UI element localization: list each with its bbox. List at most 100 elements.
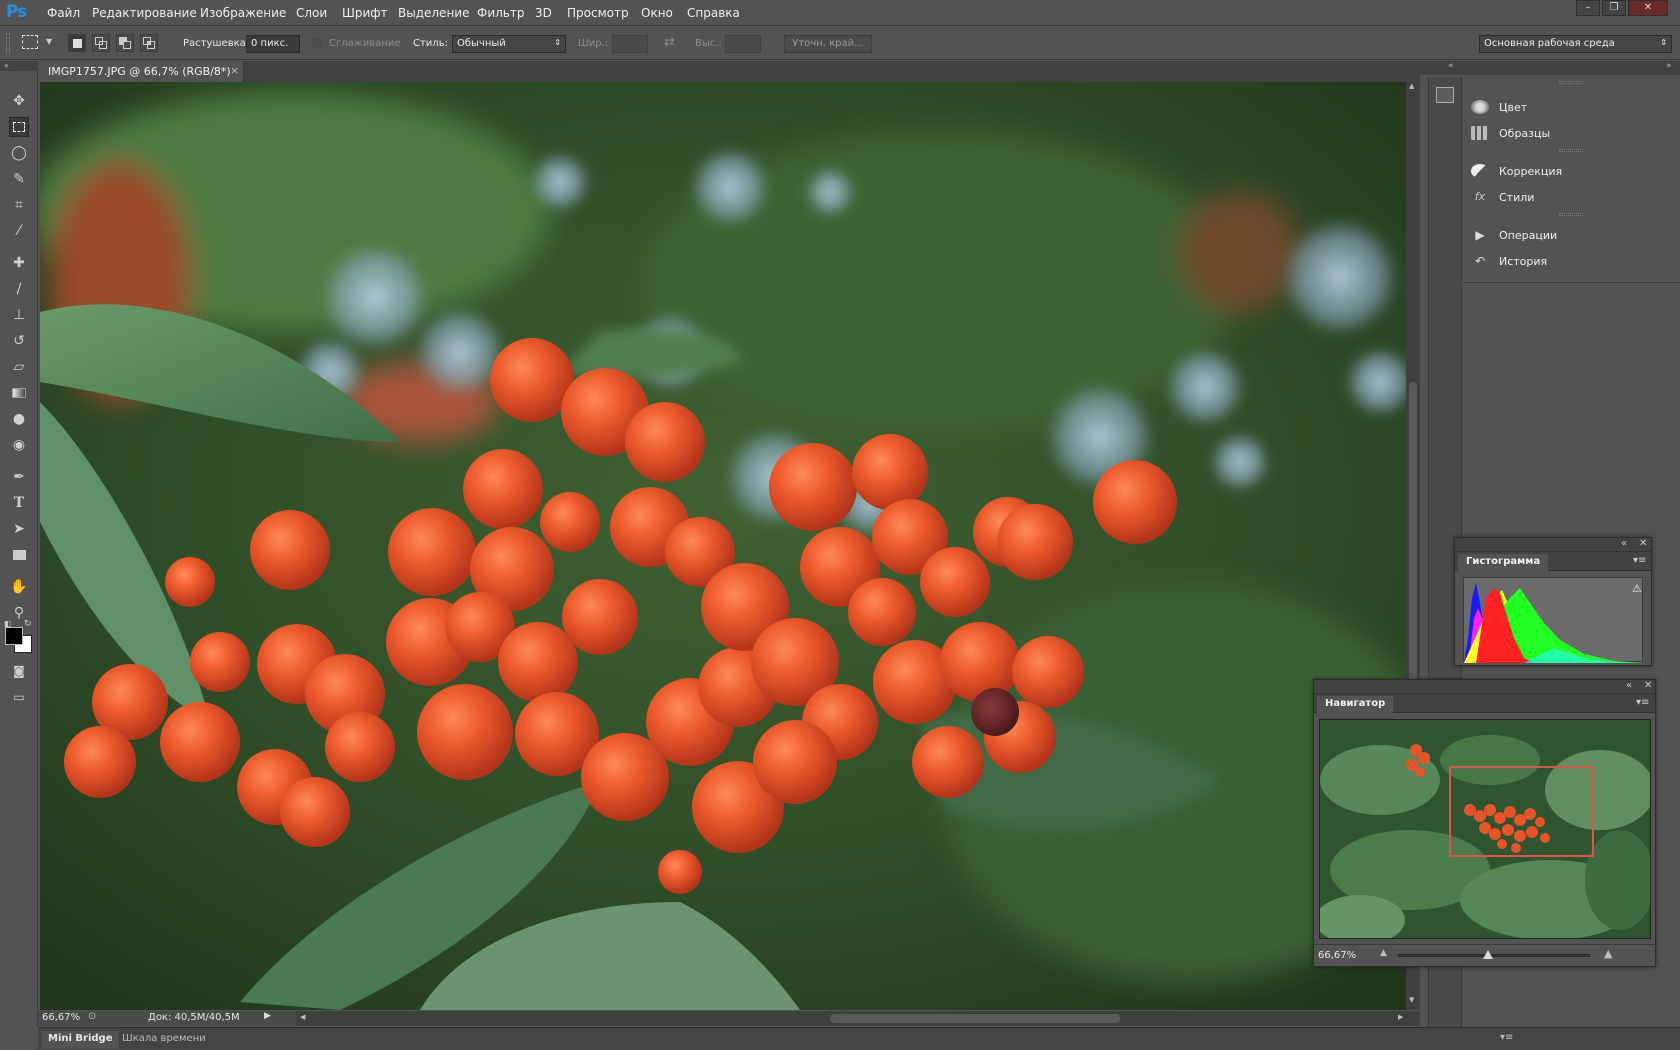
histogram-titlebar[interactable]: « ✕	[1455, 538, 1651, 552]
panel-group-grip[interactable]	[1559, 149, 1583, 152]
screen-mode-icon[interactable]: ▭	[9, 687, 29, 707]
pen-icon[interactable]: ✒	[9, 467, 29, 487]
close-panel-icon[interactable]: ✕	[1639, 538, 1647, 549]
hand-icon[interactable]: ✋	[9, 577, 29, 597]
scroll-down-icon[interactable]: ▼	[1409, 996, 1414, 1004]
antialias-checkbox[interactable]	[311, 37, 323, 49]
menu-window[interactable]: Окно	[641, 6, 673, 20]
workspace-select[interactable]: Основная рабочая среда ⇕	[1479, 35, 1672, 53]
history-brush-icon[interactable]: ↺	[9, 331, 29, 351]
type-icon[interactable]: T	[9, 493, 29, 513]
menu-select[interactable]: Выделение	[398, 6, 469, 20]
panel-styles[interactable]: fx Стили	[1471, 186, 1671, 208]
panel-group-grip[interactable]	[1559, 213, 1583, 216]
crop-icon[interactable]: ⌗	[9, 195, 29, 215]
navigator-preview[interactable]	[1319, 719, 1651, 939]
eyedropper-icon[interactable]: ⁄	[9, 221, 29, 241]
menu-filter[interactable]: Фильтр	[477, 6, 524, 20]
navigator-panel: « ✕ Навигатор ▾≡ 66,67% ▲ ▲	[1313, 679, 1657, 967]
status-zoom[interactable]: 66,67%	[42, 1012, 80, 1023]
tab-timeline[interactable]: Шкала времени	[116, 1031, 212, 1049]
status-info-icon[interactable]: ⊙	[88, 1011, 96, 1022]
collapse-toolbar-icon[interactable]: »	[0, 61, 38, 71]
quick-mask-icon[interactable]: ◙	[9, 661, 29, 681]
zoom-slider-track[interactable]	[1398, 950, 1590, 959]
move-icon[interactable]: ✥	[9, 91, 29, 111]
collapse-dock-icon[interactable]: «	[1448, 61, 1454, 71]
scroll-right-icon[interactable]: ▶	[1398, 1013, 1403, 1021]
scroll-up-icon[interactable]: ▲	[1409, 82, 1414, 90]
panel-menu-icon[interactable]: ▾≡	[1636, 697, 1649, 708]
close-window-button[interactable]: ✕	[1628, 0, 1668, 16]
gradient-icon[interactable]	[9, 383, 29, 403]
dodge-icon[interactable]: ◉	[9, 435, 29, 455]
panel-group-grip[interactable]	[1559, 81, 1583, 84]
status-bar: 66,67% ⊙ Док: 40,5M/40,5M ▶	[38, 1011, 296, 1026]
menu-file[interactable]: Файл	[47, 6, 80, 20]
minimize-button[interactable]: –	[1576, 0, 1600, 16]
menu-3d[interactable]: 3D	[535, 6, 552, 20]
horizontal-scroll-thumb[interactable]	[830, 1014, 1120, 1023]
navigator-titlebar[interactable]: « ✕	[1314, 680, 1655, 694]
swatches-icon	[1471, 126, 1489, 140]
lasso-icon[interactable]: ◯	[9, 143, 29, 163]
menu-view[interactable]: Просмотр	[567, 6, 629, 20]
healing-icon[interactable]: ✚	[9, 253, 29, 273]
warning-icon[interactable]: ⚠	[1632, 582, 1642, 595]
properties-icon[interactable]	[1436, 87, 1454, 103]
height-input[interactable]	[725, 35, 761, 53]
close-tab-icon[interactable]: ×	[230, 64, 239, 77]
stamp-icon[interactable]: ⊥	[9, 305, 29, 325]
zoom-out-icon[interactable]: ▲	[1380, 948, 1387, 958]
new-selection-icon[interactable]	[68, 34, 86, 52]
navigator-tab[interactable]: Навигатор	[1317, 696, 1394, 713]
foreground-color-swatch[interactable]	[5, 627, 23, 645]
intersect-selection-icon[interactable]	[140, 34, 158, 52]
marquee-icon[interactable]	[9, 117, 29, 137]
marquee-preset-icon[interactable]	[22, 35, 38, 49]
status-menu-arrow-icon[interactable]: ▶	[264, 1011, 271, 1021]
document-tab[interactable]: IMGP1757.JPG @ 66,7% (RGB/8*) ×	[38, 61, 244, 82]
restore-button[interactable]: ❐	[1602, 0, 1626, 16]
histogram-tab[interactable]: Гистограмма	[1458, 554, 1549, 571]
zoom-slider-thumb[interactable]	[1483, 950, 1494, 959]
menu-layers[interactable]: Слои	[296, 6, 327, 20]
brush-icon[interactable]: ∕	[9, 279, 29, 299]
preset-dropdown-icon[interactable]: ▼	[46, 37, 52, 46]
width-input[interactable]	[612, 35, 648, 53]
rectangle-icon[interactable]	[9, 545, 29, 565]
quick-select-icon[interactable]: ✎	[9, 169, 29, 189]
panel-menu-icon[interactable]: ▾≡	[1500, 1032, 1513, 1043]
eraser-icon[interactable]: ▱	[9, 357, 29, 377]
subtract-selection-icon[interactable]	[116, 34, 134, 52]
adjustments-icon	[1471, 164, 1489, 178]
feather-input[interactable]: 0 пикс.	[246, 35, 300, 53]
menu-image[interactable]: Изображение	[200, 6, 286, 20]
tab-mini-bridge[interactable]: Mini Bridge	[42, 1031, 119, 1049]
panel-history[interactable]: ↶ История	[1471, 250, 1671, 272]
refine-edge-button[interactable]: Уточн. край...	[784, 35, 872, 53]
blur-icon[interactable]: ●	[9, 409, 29, 429]
panel-menu-icon[interactable]: ▾≡	[1633, 555, 1646, 566]
swap-icon[interactable]: ⇄	[664, 35, 675, 50]
panel-adjustments[interactable]: Коррекция	[1471, 160, 1671, 182]
scroll-left-icon[interactable]: ◀	[300, 1013, 305, 1021]
close-panel-icon[interactable]: ✕	[1644, 680, 1652, 691]
panel-swatches[interactable]: Образцы	[1471, 122, 1671, 144]
document-canvas[interactable]	[40, 82, 1406, 1010]
zoom-in-icon[interactable]: ▲	[1604, 947, 1612, 960]
navigator-zoom-value[interactable]: 66,67%	[1318, 950, 1356, 961]
menu-type[interactable]: Шрифт	[342, 6, 388, 20]
collapse-panel-icon[interactable]: «	[1621, 538, 1627, 549]
add-selection-icon[interactable]	[92, 34, 110, 52]
panel-actions[interactable]: ▶ Операции	[1471, 224, 1671, 246]
menu-edit[interactable]: Редактирование	[92, 6, 197, 20]
panel-color[interactable]: Цвет	[1471, 96, 1671, 118]
collapse-panel-icon[interactable]: «	[1626, 680, 1632, 691]
style-select[interactable]: Обычный ⇕	[452, 35, 566, 53]
swap-colors-icon[interactable]: ↻	[24, 619, 32, 629]
horizontal-scrollbar[interactable]: ◀ ▶	[296, 1011, 1420, 1026]
path-select-icon[interactable]: ➤	[9, 519, 29, 539]
expand-dock-icon[interactable]: »	[1666, 61, 1672, 71]
menu-help[interactable]: Справка	[687, 6, 740, 20]
